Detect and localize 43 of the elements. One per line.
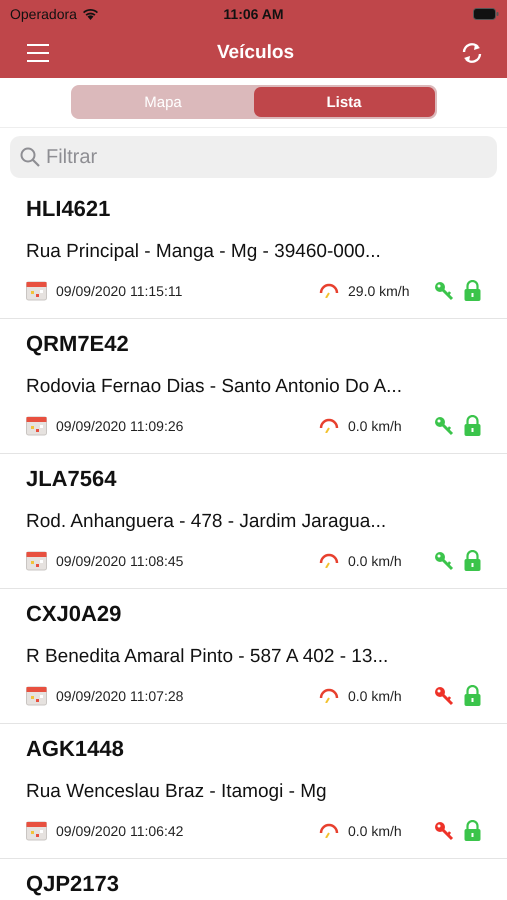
menu-button[interactable] [26,44,50,62]
segment-tab[interactable]: Lista [254,87,434,117]
search-field[interactable]: Filtrar [10,136,497,178]
calendar-icon [26,550,47,570]
speedometer-icon [319,553,339,568]
refresh-icon [460,42,483,64]
last-update-time: 09/09/2020 11:07:28 [56,688,184,704]
vehicle-plate: AGK1448 [26,736,125,762]
vehicle-speed: 0.0 km/h [348,552,403,568]
speedometer-icon [319,283,339,298]
speedometer-icon [319,688,339,703]
vehicle-plate: HLI4621 [26,196,112,222]
vehicle-speed: 0.0 km/h [348,418,403,434]
last-update-time: 09/09/2020 11:15:11 [56,282,184,298]
status-time: 11:06 AM [223,6,284,22]
screen-title: Veículos [216,42,294,64]
calendar-icon [26,280,47,300]
calendar-icon [26,416,47,436]
refresh-button[interactable] [460,42,483,64]
vehicle-address: Rod. Anhanguera - 478 - Jardim Jaragua... [26,511,388,533]
search-icon [20,147,40,167]
carrier-name: Operadora [10,6,77,22]
vehicle-address: R Benedita Amaral Pinto - 587 A 402 - 13... [26,646,390,668]
speedometer-icon [319,823,339,838]
vehicle-plate: QJP2173 [26,871,120,897]
last-update-time: 09/09/2020 11:08:45 [56,552,184,568]
calendar-icon [26,686,47,706]
speedometer-icon [319,418,339,433]
menu-icon [26,44,50,62]
vehicle-plate: JLA7564 [26,466,118,492]
vehicle-address: Rua Wenceslau Braz - Itamogi - Mg [26,781,328,803]
vehicle-plate: QRM7E42 [26,331,130,357]
vehicle-speed: 0.0 km/h [348,822,403,838]
vehicle-address: Rodovia Fernao Dias - Santo Antonio Do A... [26,376,403,398]
vehicle-speed: 0.0 km/h [348,688,403,704]
wifi-icon [82,8,99,20]
calendar-icon [26,820,47,840]
vehicle-speed: 29.0 km/h [348,282,410,298]
last-update-time: 09/09/2020 11:09:26 [56,418,184,434]
battery-icon [473,8,499,20]
vehicle-address: Rua Principal - Manga - Mg - 39460-000... [26,241,382,263]
vehicle-plate: CXJ0A29 [26,601,122,627]
last-update-time: 09/09/2020 11:06:42 [56,822,184,838]
